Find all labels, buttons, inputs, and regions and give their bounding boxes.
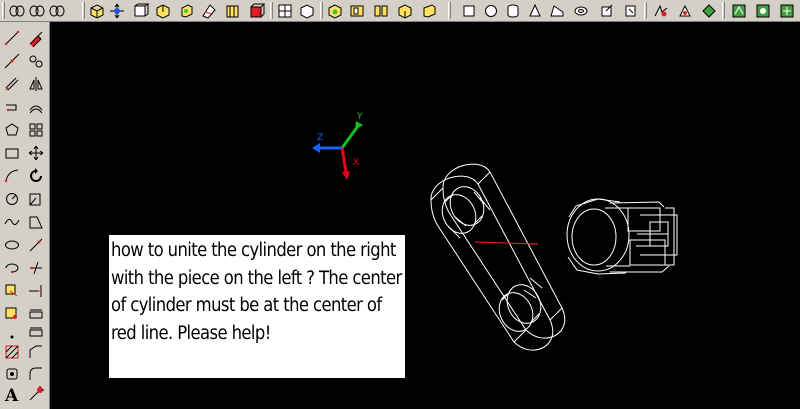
explode-icon[interactable] bbox=[26, 384, 46, 404]
top-toolbar bbox=[0, 0, 800, 22]
break-at-point-icon[interactable] bbox=[26, 322, 46, 342]
toolbar-grip[interactable] bbox=[82, 2, 85, 19]
slice-icon[interactable] bbox=[200, 2, 218, 20]
continuous-orbit-icon[interactable] bbox=[28, 2, 46, 20]
toolbar-grip[interactable] bbox=[644, 2, 647, 19]
mapping-icon[interactable] bbox=[778, 2, 796, 20]
toolbar-grip[interactable] bbox=[270, 2, 273, 19]
orbit-icon[interactable] bbox=[8, 2, 26, 20]
scale-icon[interactable] bbox=[26, 189, 46, 209]
ellipse-icon[interactable] bbox=[2, 235, 22, 255]
note-line: with the piece on the left ? The center bbox=[111, 267, 402, 289]
ucs-y-arrow bbox=[355, 121, 363, 130]
erase-icon[interactable] bbox=[26, 28, 46, 48]
box-primitive-icon[interactable] bbox=[460, 2, 478, 20]
rotate-icon[interactable] bbox=[26, 166, 46, 186]
copy-icon[interactable] bbox=[26, 51, 46, 71]
setup-view-icon[interactable] bbox=[276, 2, 294, 20]
ucs-x-axis bbox=[340, 147, 348, 173]
cone-icon[interactable] bbox=[526, 2, 544, 20]
lengthen-icon[interactable] bbox=[26, 235, 46, 255]
fillet-icon[interactable] bbox=[26, 364, 46, 384]
left-toolbar: A bbox=[0, 22, 50, 409]
zoom-orbit-icon[interactable] bbox=[48, 2, 66, 20]
spline-icon[interactable] bbox=[2, 212, 22, 232]
toolbar-grip[interactable] bbox=[448, 2, 451, 19]
render-icon[interactable] bbox=[652, 2, 670, 20]
ucs-icon: Y Z X bbox=[312, 112, 363, 180]
circle-icon[interactable] bbox=[2, 189, 22, 209]
torus-icon[interactable] bbox=[572, 2, 590, 20]
note-line: of cylinder must be at the center of bbox=[111, 295, 382, 316]
multiline-text-icon[interactable]: A bbox=[2, 384, 22, 404]
stretch-icon[interactable] bbox=[26, 212, 46, 232]
interfere-icon[interactable] bbox=[248, 2, 266, 20]
solid-icon[interactable] bbox=[132, 2, 150, 20]
ucs-y-label: Y bbox=[356, 112, 363, 122]
note-line: how to unite the cylinder on the right bbox=[111, 240, 396, 261]
materials-icon[interactable] bbox=[700, 2, 718, 20]
ucs-x-arrow bbox=[342, 171, 350, 180]
array-icon[interactable] bbox=[26, 120, 46, 140]
insert-block-icon[interactable] bbox=[2, 281, 22, 301]
polyline-icon[interactable] bbox=[2, 97, 22, 117]
revolve-icon[interactable] bbox=[178, 2, 196, 20]
offset-icon[interactable] bbox=[26, 97, 46, 117]
section-icon[interactable] bbox=[224, 2, 242, 20]
line-icon[interactable] bbox=[2, 28, 22, 48]
question-note: how to unite the cylinder on the right w… bbox=[109, 235, 405, 378]
svg-text:A: A bbox=[4, 386, 19, 404]
ucs-x-label: X bbox=[353, 158, 359, 168]
extrude-faces-icon[interactable] bbox=[396, 2, 414, 20]
settings-solid-icon[interactable] bbox=[622, 2, 640, 20]
ucs-z-arrow bbox=[312, 143, 320, 153]
subtract-icon[interactable] bbox=[348, 2, 366, 20]
sphere-icon[interactable] bbox=[482, 2, 500, 20]
link-piece-wireframe bbox=[430, 163, 566, 351]
multiline-icon[interactable] bbox=[2, 74, 22, 94]
cylinder-icon[interactable] bbox=[504, 2, 522, 20]
arc-icon[interactable] bbox=[2, 166, 22, 186]
construction-line-icon[interactable] bbox=[2, 51, 22, 71]
box-icon[interactable] bbox=[88, 2, 106, 20]
toolbar-grip[interactable] bbox=[722, 2, 725, 19]
break-icon[interactable] bbox=[26, 304, 46, 324]
intersect-icon[interactable] bbox=[372, 2, 390, 20]
trim-icon[interactable] bbox=[26, 258, 46, 278]
landscape-icon[interactable] bbox=[754, 2, 772, 20]
mirror-icon[interactable] bbox=[26, 74, 46, 94]
union-icon[interactable] bbox=[326, 2, 344, 20]
move-arrows-icon[interactable] bbox=[26, 143, 46, 163]
move-faces-icon[interactable] bbox=[420, 2, 438, 20]
polygon-icon[interactable] bbox=[2, 120, 22, 140]
rectangle-icon[interactable] bbox=[2, 143, 22, 163]
lights-icon[interactable] bbox=[676, 2, 694, 20]
chamfer-icon[interactable] bbox=[26, 342, 46, 362]
setup-drawing-icon[interactable] bbox=[298, 2, 316, 20]
note-line: red line. Please help! bbox=[111, 322, 271, 344]
make-block-icon[interactable] bbox=[2, 304, 22, 324]
ellipse-arc-icon[interactable] bbox=[2, 258, 22, 278]
cylinder-piece-wireframe bbox=[566, 198, 678, 275]
region-icon[interactable] bbox=[2, 364, 22, 384]
edit-solid-icon[interactable] bbox=[598, 2, 616, 20]
extrude-icon[interactable] bbox=[154, 2, 172, 20]
hatch-icon[interactable] bbox=[2, 342, 22, 362]
extend-icon[interactable] bbox=[26, 281, 46, 301]
drawing-viewport[interactable]: Y Z X how to unite the cylinder on the r… bbox=[50, 22, 800, 409]
scene-icon[interactable] bbox=[730, 2, 748, 20]
toolbar-grip[interactable] bbox=[320, 2, 323, 19]
toolbar-grip[interactable] bbox=[2, 2, 5, 19]
ucs-z-label: Z bbox=[317, 133, 323, 143]
center-red-line bbox=[474, 241, 539, 245]
move-icon[interactable] bbox=[108, 2, 126, 20]
wedge-icon[interactable] bbox=[548, 2, 566, 20]
